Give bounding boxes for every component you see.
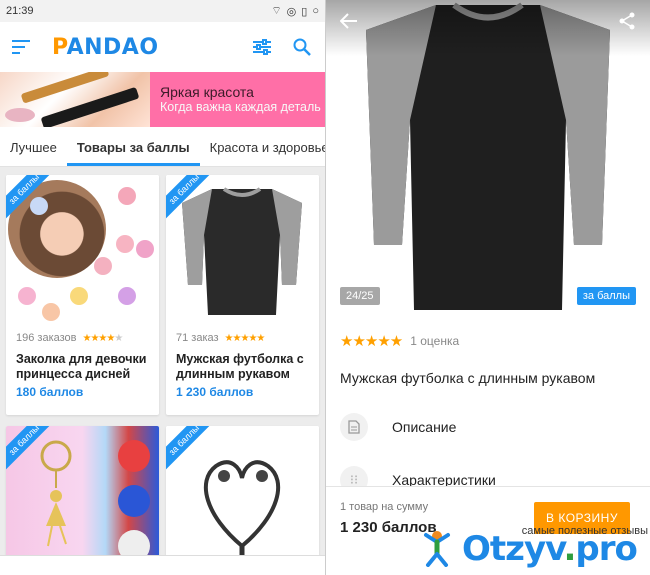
alarm-icon: ◎ [286, 5, 297, 18]
circle-icon: ○ [312, 5, 319, 17]
orders-count: 196 заказов [16, 332, 77, 344]
product-title: Заколка для девочки принцесса дисней [16, 352, 147, 381]
watermark-logo-dot: . [563, 529, 577, 569]
battery-icon: ▯ [301, 5, 308, 18]
keychain-image [40, 440, 150, 562]
product-image: за баллы [6, 426, 159, 575]
pandao-logo: PANDAO [52, 34, 159, 60]
status-time: 21:39 [6, 5, 34, 17]
app-bar: PANDAO [0, 22, 325, 72]
banner-subtitle: Когда важна каждая деталь [160, 100, 321, 114]
rating-count: 1 оценка [410, 334, 460, 348]
share-icon[interactable] [618, 12, 636, 35]
banner-cosmetics-image [0, 72, 150, 127]
wifi-icon: ⌔ [271, 5, 282, 17]
product-image: за баллы [166, 426, 319, 575]
banner-title: Яркая красота [160, 84, 254, 100]
product-title: Мужская футболка с длинным рукавом [176, 352, 304, 381]
product-gallery[interactable]: 24/25 за баллы [326, 0, 650, 322]
product-title: Мужская футболка с длинным рукавом [340, 370, 596, 386]
rating-block[interactable]: ★★★★★ 1 оценка [340, 332, 459, 350]
description-label: Описание [392, 419, 457, 435]
status-bar: 21:39 ⌔ ◎ ▯ ○ [0, 0, 325, 22]
catalog-screen: 21:39 ⌔ ◎ ▯ ○ PANDAO Яркая красота Когда… [0, 0, 325, 575]
image-counter: 24/25 [340, 287, 380, 305]
filter-icon[interactable] [251, 36, 273, 58]
shirt-image [182, 187, 302, 315]
search-icon[interactable] [291, 36, 313, 58]
watermark-logo-tld: pro [575, 529, 637, 569]
promo-banner[interactable]: Яркая красота Когда важна каждая деталь [0, 72, 325, 127]
category-tabs: Лучшее Товары за баллы Красота и здоровь… [0, 127, 325, 167]
product-price: 180 баллов [16, 385, 84, 399]
screenshot-root: 21:39 ⌔ ◎ ▯ ○ PANDAO Яркая красота Когда… [0, 0, 650, 575]
product-image: за баллы [166, 175, 319, 325]
product-card[interactable]: за баллы 196 заказов ★★★★★ Заколка для д… [6, 175, 159, 415]
description-row[interactable]: Описание [340, 413, 456, 441]
points-badge: за баллы [576, 287, 636, 305]
tab-beauty-health[interactable]: Красота и здоровье [200, 140, 325, 166]
rating-stars: ★★★★★ [82, 332, 124, 344]
tab-points-goods[interactable]: Товары за баллы [66, 140, 200, 166]
product-card[interactable]: за баллы 71 заказ ★★★★★ Мужская футболка… [166, 175, 319, 415]
back-arrow-icon[interactable] [339, 12, 358, 35]
product-image: за баллы [6, 175, 159, 325]
product-card[interactable]: за баллы [6, 426, 159, 575]
otzyv-mascot-icon [424, 531, 450, 567]
document-icon [340, 413, 368, 441]
otzyv-watermark: самые полезные отзывы Otzyv.pro [410, 485, 650, 575]
rating-stars: ★★★★★ [224, 332, 266, 344]
product-price: 1 230 баллов [176, 385, 254, 399]
product-card[interactable]: за баллы [166, 426, 319, 575]
menu-icon[interactable] [12, 40, 32, 54]
orders-count: 71 заказ [176, 332, 219, 344]
earphones-image [203, 460, 281, 575]
watermark-logo-main: Otzyv [462, 529, 564, 569]
bottom-navigation [0, 555, 325, 575]
rating-stars: ★★★★★ [340, 333, 403, 350]
tab-best[interactable]: Лучшее [0, 140, 67, 166]
